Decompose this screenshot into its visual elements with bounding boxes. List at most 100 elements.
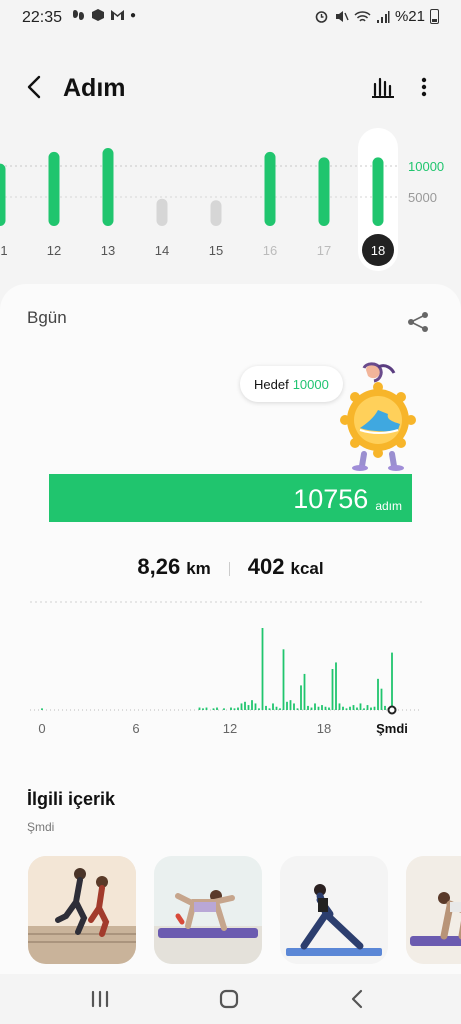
hour-bar	[272, 703, 274, 710]
hour-bar	[244, 701, 246, 710]
distance-unit: km	[186, 559, 211, 578]
stats-divider	[228, 562, 230, 576]
plank-pose-image[interactable]	[406, 856, 461, 964]
hour-bar	[268, 708, 271, 710]
hour-axis-label: Şmdi	[376, 721, 408, 736]
distance-value: 8,26	[137, 554, 181, 579]
week-bar-13[interactable]	[102, 148, 114, 226]
hour-bar	[261, 628, 264, 710]
hour-bar	[356, 707, 358, 710]
week-bar-18[interactable]	[372, 157, 384, 226]
hour-bar	[363, 708, 365, 710]
goal-axis-label: 10000	[408, 159, 444, 174]
hour-bar	[265, 705, 267, 710]
week-bar-15[interactable]	[210, 200, 222, 226]
hour-bar	[342, 706, 344, 710]
now-marker	[387, 705, 397, 715]
alarm-icon	[315, 11, 328, 23]
hour-bar	[303, 673, 306, 710]
hour-bar	[331, 669, 334, 710]
gmail-icon	[111, 10, 124, 20]
week-day-label-14[interactable]: 14	[155, 243, 169, 258]
system-nav-bar	[0, 974, 461, 1024]
hour-bar	[300, 685, 302, 710]
hour-bar	[41, 708, 43, 710]
calories-stat: 402 kcal	[248, 554, 324, 580]
steps-unit: adım	[375, 499, 402, 513]
week-day-label-15[interactable]: 15	[209, 243, 223, 258]
hour-bar	[247, 705, 250, 710]
hour-bar	[370, 707, 372, 710]
goal-value: 10000	[292, 376, 329, 392]
goal-bubble: Hedef 10000	[240, 366, 343, 402]
hour-bar	[212, 708, 215, 710]
hour-bar	[223, 708, 225, 710]
package-icon	[92, 9, 104, 21]
steps-count: 10756	[293, 484, 369, 514]
hour-bar	[352, 705, 355, 710]
chevron-left-icon[interactable]	[20, 72, 50, 102]
battery-icon	[430, 9, 439, 24]
calories-value: 402	[247, 554, 285, 579]
hour-bar	[279, 708, 281, 710]
lunge-stretch-image[interactable]	[280, 856, 388, 964]
hour-axis-label: 18	[317, 721, 331, 736]
week-bar-14[interactable]	[156, 198, 168, 226]
hour-bar	[254, 703, 257, 710]
hour-bar	[366, 705, 369, 710]
goal-prefix: Hedef	[254, 376, 289, 392]
hour-bar	[324, 706, 327, 710]
hour-bar	[373, 706, 376, 710]
hour-bar	[251, 700, 253, 710]
hour-bar	[293, 703, 295, 710]
week-day-label-17[interactable]: 17	[317, 243, 331, 258]
battery-text: %21	[394, 8, 425, 25]
share-icon[interactable]	[405, 310, 431, 334]
hour-bar	[202, 708, 204, 710]
bar-chart-icon[interactable]	[370, 74, 396, 100]
week-bar-17[interactable]	[318, 157, 330, 226]
status-bar: 22:35 ● %21	[0, 0, 461, 34]
week-bar-16[interactable]	[264, 151, 276, 226]
recents-icon[interactable]	[87, 986, 113, 1012]
signal-icon	[376, 10, 390, 23]
week-bar-12[interactable]	[48, 151, 60, 226]
wifi-icon	[354, 10, 371, 22]
home-icon[interactable]	[216, 986, 242, 1012]
hour-bar	[391, 652, 393, 710]
related-content-subtitle: Şmdi	[27, 820, 55, 834]
week-day-label-12[interactable]: 12	[47, 243, 61, 258]
stats-row: 8,26 km 402 kcal	[0, 554, 461, 584]
hour-bar	[230, 707, 232, 710]
distance-stat: 8,26 km	[137, 554, 210, 580]
hour-bar	[258, 708, 260, 710]
mute-icon	[335, 11, 349, 22]
hour-bar	[377, 678, 379, 710]
back-icon[interactable]	[345, 986, 371, 1012]
hour-bar	[240, 703, 243, 710]
hour-bar	[233, 708, 236, 710]
hour-bar	[282, 649, 285, 710]
week-bar-11[interactable]	[0, 163, 6, 226]
status-right: %21	[314, 8, 439, 25]
hour-bar	[314, 703, 316, 710]
calories-unit: kcal	[290, 559, 324, 578]
runner-mascot-icon	[340, 362, 416, 471]
hour-bar	[289, 700, 292, 710]
weekly-steps-chart[interactable]: 10000 5000 1 12 13 14 15 16 17 18	[0, 128, 461, 273]
yoga-kneeling-image[interactable]	[154, 856, 262, 964]
week-day-label-18[interactable]: 18	[371, 243, 385, 258]
week-day-label-11[interactable]: 1	[0, 243, 7, 258]
week-day-label-16[interactable]: 16	[263, 243, 277, 258]
more-vertical-icon[interactable]	[412, 74, 436, 100]
hour-bar	[198, 707, 201, 710]
week-day-label-13[interactable]: 13	[101, 243, 115, 258]
steps-progress-bar: 10756 adım	[49, 474, 412, 522]
hour-bar	[380, 688, 383, 710]
mid-axis-label: 5000	[408, 190, 437, 205]
notification-icons: ●	[72, 8, 136, 22]
hour-bar	[359, 703, 362, 710]
running-couple-image[interactable]	[28, 856, 136, 964]
hour-bar	[335, 662, 337, 710]
hour-bar	[310, 707, 313, 710]
